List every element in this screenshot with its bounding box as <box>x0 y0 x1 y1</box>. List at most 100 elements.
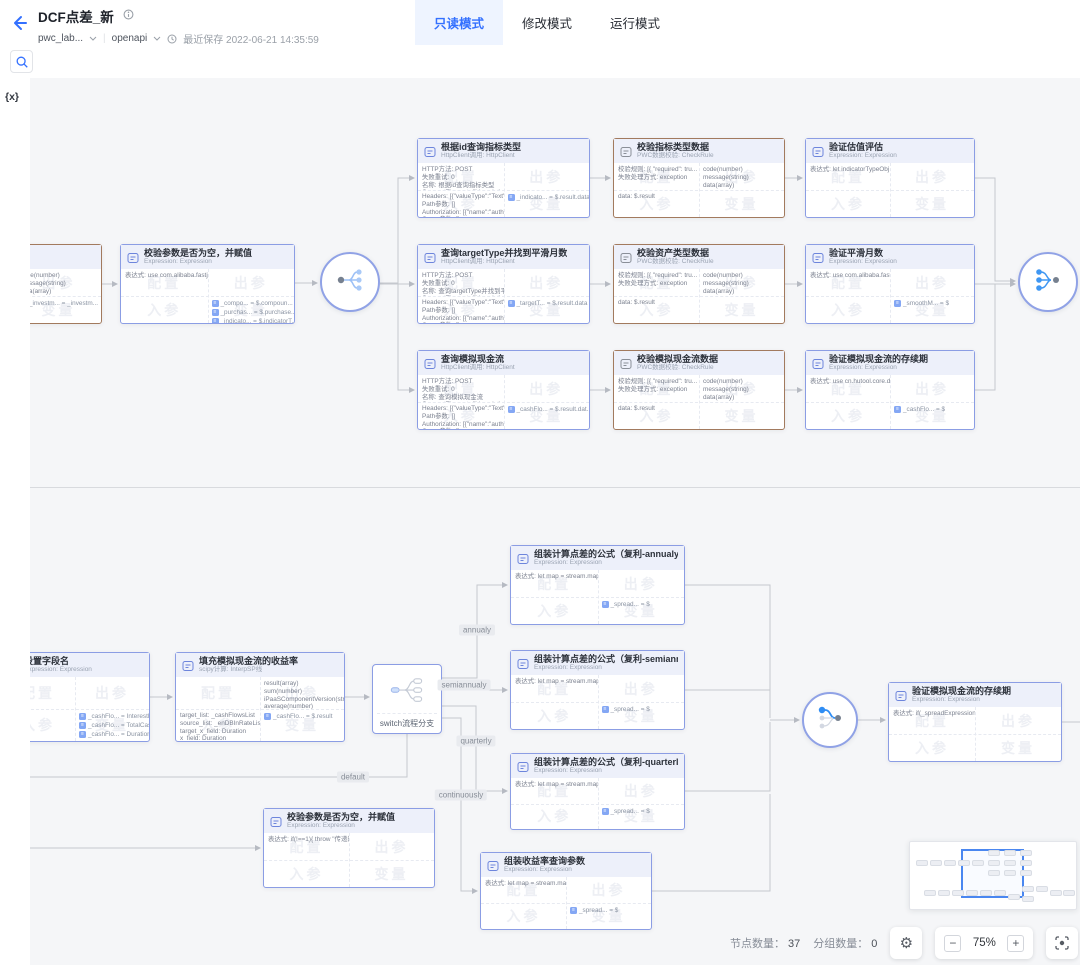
node-config-line: HTTP方法: POST <box>422 166 500 174</box>
flow-node-expr-check-params[interactable]: 校验参数是否为空，并赋值Expression: Expression配置表达式:… <box>120 244 295 324</box>
node-quadrant-br: 变量≡_compo... = $.compoun...≡_purchas... … <box>208 296 295 323</box>
edge-label-semiannualy: semiannualy <box>438 680 491 691</box>
gateway-join-node[interactable] <box>1018 252 1078 312</box>
left-sidebar: {x} <box>0 78 30 965</box>
flow-node-expr-spread-annualy[interactable]: 组装计算点差的公式（复利-annualy）Expression: Express… <box>510 545 685 625</box>
node-subtitle: Expression: Expression <box>534 664 678 672</box>
settings-button[interactable]: ⚙ <box>890 927 922 959</box>
node-type-icon <box>812 357 824 369</box>
flow-node-check-asset-type[interactable]: 校验资产类型数据PWC数据校验: CheckRule配置校验规则: [{ "re… <box>613 244 785 324</box>
flow-node-expr-verify-valuation[interactable]: 验证估值评估Expression: Expression配置表达式: let i… <box>805 138 975 218</box>
variable-chip-icon: ≡ <box>264 713 271 720</box>
flow-node-check-indicator-type[interactable]: 校验指标类型数据PWC数据校验: CheckRule配置校验规则: [{ "re… <box>613 138 785 218</box>
merge-icon <box>812 700 848 741</box>
node-quadrant-tl: 配置HTTP方法: POST失败重试: 0名称: 查询targetType并找到… <box>418 269 504 296</box>
tab-mode-0[interactable]: 只读模式 <box>415 0 503 45</box>
minimap-node-shape <box>988 870 1000 876</box>
node-header: 组装计算点差的公式（复利-annualy）Expression: Express… <box>511 546 684 570</box>
chevron-down-icon[interactable] <box>153 36 161 41</box>
node-quadrant-tl: 配置表达式: use com.alibaba.fastjson... <box>806 269 890 296</box>
node-quadrant-br: 变量≡_spread... = $ <box>598 597 685 624</box>
node-quadrant-tr: 出参result(array)sum(number)iPaaSComponent… <box>260 677 344 709</box>
node-header: 验证模拟现金流的存续期Expression: Expression <box>889 683 1061 707</box>
node-config-line: data(array) <box>703 394 780 402</box>
edge-label-default: default <box>337 772 369 783</box>
flow-node-expr-verify-duration[interactable]: 验证模拟现金流的存续期Expression: Expression配置表达式: … <box>805 350 975 430</box>
node-config-line: HTTP方法: POST <box>422 272 500 280</box>
variable-tag: ≡_purchas... = $.purchase... <box>212 308 291 317</box>
gateway-split-node[interactable] <box>320 252 380 312</box>
variables-fx-icon[interactable]: {x} <box>5 91 19 103</box>
node-quadrant-br: 变量 <box>975 734 1061 761</box>
flow-node-expr-yield-query-params[interactable]: 组装收益率查询参数Expression: Expression配置表达式: le… <box>480 852 652 930</box>
chevron-down-icon[interactable] <box>89 36 97 41</box>
flow-canvas[interactable]: 配置出参code(number)message(string)data(arra… <box>30 78 1080 965</box>
search-button[interactable] <box>10 50 33 73</box>
zoom-in-button[interactable]: + <box>1007 935 1024 952</box>
flow-node-expr-spread-semiannualy[interactable]: 组装计算点差的公式（复利-semiannualy）Expression: Exp… <box>510 650 685 730</box>
node-body: 配置校验规则: [{ "required": tru...失败处理方式: exc… <box>614 163 784 217</box>
node-header: 查询模拟现金流HttpClient调用: HttpClient <box>418 351 589 375</box>
node-title: 校验指标类型数据 <box>637 142 714 152</box>
edge-label-continuously: continuously <box>435 790 487 801</box>
node-quadrant-bl: 入参data: $.result <box>614 296 699 323</box>
node-quadrant-tr: 出参 <box>566 877 651 903</box>
minimap[interactable] <box>909 841 1077 910</box>
quadrant-watermark: 出参 <box>1001 711 1035 731</box>
node-header: 组装计算点差的公式（复利-quarterly）Expression: Expre… <box>511 754 684 778</box>
flow-node-http-query-targettype[interactable]: 查询targetType并找到平滑月数HttpClient调用: HttpCli… <box>417 244 590 324</box>
node-config-line: 失败处理方式: exception <box>618 280 695 288</box>
node-quadrant-br: 变量 <box>890 190 974 217</box>
node-quadrant-br: 变量 <box>349 860 434 887</box>
flow-node-expr-check-params-2[interactable]: 校验参数是否为空，并赋值Expression: Expression配置表达式:… <box>263 808 435 888</box>
node-quadrant-br: 变量≡_targetT... = $.result.data <box>504 296 590 323</box>
node-quadrant-br: 变量≡_indicato... = $.result.data <box>504 190 590 217</box>
node-title: 校验参数是否为空，并赋值 <box>287 812 395 822</box>
tab-mode-2[interactable]: 运行模式 <box>591 0 679 45</box>
minimap-node-shape <box>944 860 956 866</box>
node-subtitle: Expression: Expression <box>829 258 897 266</box>
tab-mode-1[interactable]: 修改模式 <box>503 0 591 45</box>
flow-node-http-query-indicator-type[interactable]: 根据id查询指标类型HttpClient调用: HttpClient配置HTTP… <box>417 138 590 218</box>
flow-node-check-left-partial[interactable]: 配置出参code(number)message(string)data(arra… <box>30 244 102 324</box>
canvas-toolbar <box>0 45 1080 78</box>
node-config-line: 表达式: if(!==1){ throw "传递的... <box>268 836 345 844</box>
fit-view-button[interactable] <box>1046 927 1078 959</box>
variable-tag: ≡_cashFlo... = TotalCashF... <box>79 721 145 730</box>
flow-node-switch-branch[interactable]: switch流程分支 <box>372 664 442 734</box>
api-select[interactable]: openapi <box>112 33 148 44</box>
flow-node-http-query-cashflow[interactable]: 查询模拟现金流HttpClient调用: HttpClient配置HTTP方法:… <box>417 350 590 430</box>
node-config-line: code(number) <box>703 272 780 280</box>
gateway-merge-node[interactable] <box>802 692 858 748</box>
search-icon <box>15 55 29 69</box>
quadrant-watermark: 入参 <box>507 906 541 926</box>
info-icon[interactable] <box>123 7 134 25</box>
split-icon <box>332 262 368 303</box>
node-quadrant-tl: 配置校验规则: [{ "required": tru...失败处理方式: exc… <box>614 163 699 190</box>
back-button[interactable] <box>8 12 30 34</box>
quadrant-watermark: 入参 <box>537 706 571 726</box>
node-title: 校验资产类型数据 <box>637 248 714 258</box>
node-header: 验证平滑月数Expression: Expression <box>806 245 974 269</box>
node-config-line: result(array) <box>264 680 340 688</box>
node-body: 配置表达式: use com.alibaba.fastjson...出参入参变量… <box>121 269 294 323</box>
flow-node-check-cashflow[interactable]: 校验模拟现金流数据PWC数据校验: CheckRule配置校验规则: [{ "r… <box>613 350 785 430</box>
node-type-icon <box>517 760 529 772</box>
node-type-icon <box>424 145 436 157</box>
zoom-out-button[interactable]: − <box>944 935 961 952</box>
flow-node-expr-verify-duration-2[interactable]: 验证模拟现金流的存续期Expression: Expression配置表达式: … <box>888 682 1062 762</box>
flow-node-expr-set-field-name[interactable]: 设置字段名Expression: Expression配置Rate =...出参… <box>30 652 150 742</box>
variable-chip-icon: ≡ <box>212 318 219 323</box>
variable-tag: ≡_spread... = $ <box>570 906 647 915</box>
workspace-select[interactable]: pwc_lab... <box>38 33 83 44</box>
flow-node-expr-spread-quarterly[interactable]: 组装计算点差的公式（复利-quarterly）Expression: Expre… <box>510 753 685 830</box>
node-subtitle: Expression: Expression <box>30 666 92 674</box>
node-body: 配置表达式: let map = stream.map()...出参入参变量≡_… <box>511 570 684 624</box>
variable-tag: ≡_spread... = $ <box>602 807 681 816</box>
node-quadrant-tl: 配置表达式: let map = stream.map()... <box>511 675 598 702</box>
node-quadrant-bl: 入参target_list: _cashFlowsListsource_list… <box>176 709 260 741</box>
flow-node-scipy-fill-yield[interactable]: 填充模拟现金流的收益率scipy计算: InterpSP线配置出参result(… <box>175 652 345 742</box>
node-config-line: Query参数: [] <box>422 428 500 429</box>
node-title: 组装收益率查询参数 <box>504 856 585 866</box>
flow-node-expr-verify-smooth-months[interactable]: 验证平滑月数Expression: Expression配置表达式: use c… <box>805 244 975 324</box>
